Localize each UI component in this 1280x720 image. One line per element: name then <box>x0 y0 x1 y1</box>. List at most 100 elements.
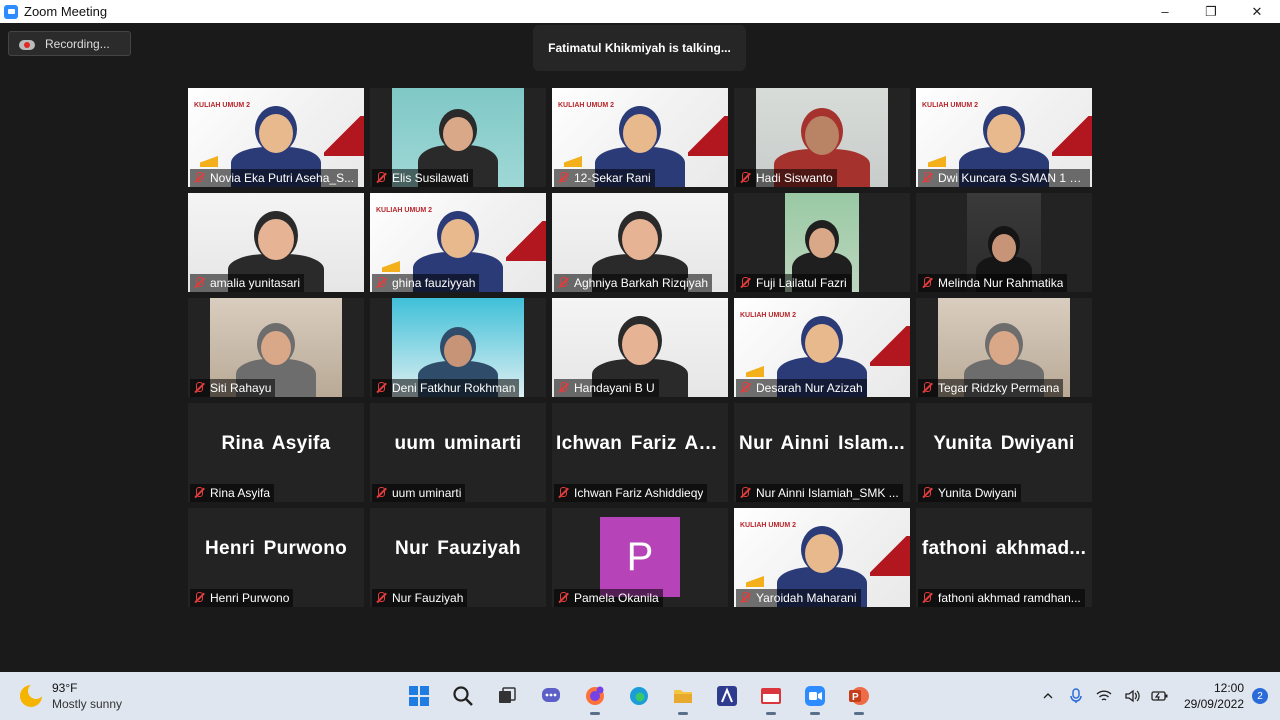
participant-tile[interactable]: Siti Rahayu <box>188 298 364 397</box>
powerpoint-icon: P <box>849 687 869 705</box>
participant-nametag: Deni Fatkhur Rokhman <box>372 379 520 397</box>
spss-icon <box>761 688 781 704</box>
microphone-tray-button[interactable] <box>1065 685 1087 707</box>
slide-graphic <box>564 155 582 167</box>
muted-microphone-icon <box>739 277 751 289</box>
participant-display-name: Ichwan Fariz As... <box>556 433 724 454</box>
participant-tile[interactable]: Henri Purwono Henri Purwono <box>188 508 364 607</box>
participant-name: Ichwan Fariz Ashiddieqy <box>574 486 704 500</box>
search-icon <box>453 686 473 706</box>
participant-tile[interactable]: KULIAH UMUM 2 ghina fauziyyah <box>370 193 546 292</box>
participant-name: fathoni akhmad ramdhan... <box>938 591 1081 605</box>
powerpoint-button[interactable]: P <box>843 676 875 716</box>
participant-tile[interactable]: P Pamela Okanila <box>552 508 728 607</box>
windows-icon <box>409 686 429 706</box>
participant-nametag: fathoni akhmad ramdhan... <box>918 589 1085 607</box>
weather-widget[interactable]: 93°F Mostly sunny <box>20 680 122 712</box>
chat-icon <box>542 688 560 702</box>
participant-tile[interactable]: fathoni akhmad... fathoni akhmad ramdhan.… <box>916 508 1092 607</box>
participant-name: Deni Fatkhur Rokhman <box>392 381 516 395</box>
start-button[interactable] <box>403 676 435 716</box>
participant-nametag: Pamela Okanila <box>554 589 663 607</box>
participant-tile[interactable]: KULIAH UMUM 2 Desarah Nur Azizah <box>734 298 910 397</box>
app-a-button[interactable] <box>711 676 743 716</box>
avatar: P <box>600 517 680 597</box>
participant-tile[interactable]: Handayani B U <box>552 298 728 397</box>
participant-tile[interactable]: Nur Ainni Islam... Nur Ainni Islamiah_SMK… <box>734 403 910 502</box>
maximize-button[interactable]: ❐ <box>1188 0 1234 23</box>
participant-name: Handayani B U <box>574 381 655 395</box>
muted-microphone-icon <box>921 487 933 499</box>
participant-name: Desarah Nur Azizah <box>756 381 863 395</box>
taskbar-clock[interactable]: 12:00 29/09/2022 <box>1184 680 1244 712</box>
participant-tile[interactable]: Tegar Ridzky Permana <box>916 298 1092 397</box>
wifi-icon <box>1096 690 1112 701</box>
participant-nametag: Hadi Siswanto <box>736 169 837 187</box>
minimize-button[interactable]: – <box>1142 0 1188 23</box>
participant-tile[interactable]: KULIAH UMUM 2 12-Sekar Rani <box>552 88 728 187</box>
spss-button[interactable] <box>755 676 787 716</box>
clock-date: 29/09/2022 <box>1183 697 1244 711</box>
participant-nametag: Desarah Nur Azizah <box>736 379 867 397</box>
participant-tile[interactable]: Ichwan Fariz As... Ichwan Fariz Ashiddieq… <box>552 403 728 502</box>
participant-tile[interactable]: uum uminarti uum uminarti <box>370 403 546 502</box>
taskbar-apps: P <box>403 676 875 716</box>
participant-tile[interactable]: Rina Asyifa Rina Asyifa <box>188 403 364 502</box>
participant-name: Melinda Nur Rahmatika <box>938 276 1064 290</box>
slide-graphic <box>200 155 218 167</box>
participant-name: Fuji Lailatul Fazri <box>756 276 847 290</box>
meeting-area: Recording... Fatimatul Khikmiyah is talk… <box>0 23 1280 672</box>
taskbar: 93°F Mostly sunny P 12:00 29/09/2022 2 <box>0 672 1280 720</box>
muted-microphone-icon <box>557 277 569 289</box>
notification-badge[interactable]: 2 <box>1252 688 1268 704</box>
task-view-button[interactable] <box>491 676 523 716</box>
participant-display-name: Yunita Dwiyani <box>933 433 1075 454</box>
edge-button[interactable] <box>623 676 655 716</box>
participant-nametag: Nur Ainni Islamiah_SMK ... <box>736 484 903 502</box>
participant-tile[interactable]: amalia yunitasari <box>188 193 364 292</box>
battery-tray-button[interactable] <box>1149 685 1171 707</box>
participant-display-name: uum uminarti <box>394 433 522 454</box>
recording-indicator[interactable]: Recording... <box>8 31 131 56</box>
wifi-tray-button[interactable] <box>1093 685 1115 707</box>
participant-tile[interactable]: Yunita Dwiyani Yunita Dwiyani <box>916 403 1092 502</box>
zoom-taskbar-button[interactable] <box>799 676 831 716</box>
file-explorer-button[interactable] <box>667 676 699 716</box>
participant-tile[interactable]: KULIAH UMUM 2 Yaroidah Maharani <box>734 508 910 607</box>
muted-microphone-icon <box>193 172 205 184</box>
participant-nametag: Handayani B U <box>554 379 659 397</box>
muted-microphone-icon <box>557 592 569 604</box>
participant-tile[interactable]: Melinda Nur Rahmatika <box>916 193 1092 292</box>
participant-tile[interactable]: Elis Susilawati <box>370 88 546 187</box>
participant-nametag: Elis Susilawati <box>372 169 473 187</box>
microphone-icon <box>1070 688 1082 703</box>
participant-tile[interactable]: Deni Fatkhur Rokhman <box>370 298 546 397</box>
muted-microphone-icon <box>739 382 751 394</box>
chat-button[interactable] <box>535 676 567 716</box>
search-button[interactable] <box>447 676 479 716</box>
window-title: Zoom Meeting <box>24 4 108 19</box>
volume-tray-button[interactable] <box>1121 685 1143 707</box>
participant-nametag: Henri Purwono <box>190 589 294 607</box>
participant-tile[interactable]: Nur Fauziyah Nur Fauziyah <box>370 508 546 607</box>
participant-nametag: Fuji Lailatul Fazri <box>736 274 851 292</box>
participant-name: Elis Susilawati <box>392 171 469 185</box>
participant-tile[interactable]: KULIAH UMUM 2 Dwi Kuncara S-SMAN 1 K... <box>916 88 1092 187</box>
participant-tile[interactable]: Fuji Lailatul Fazri <box>734 193 910 292</box>
muted-microphone-icon <box>193 487 205 499</box>
battery-charging-icon <box>1151 691 1168 701</box>
close-button[interactable]: ✕ <box>1234 0 1280 23</box>
app-a-icon <box>717 686 737 706</box>
participant-tile[interactable]: Hadi Siswanto <box>734 88 910 187</box>
participant-nametag: Tegar Ridzky Permana <box>918 379 1064 397</box>
participant-nametag: Yunita Dwiyani <box>918 484 1021 502</box>
participant-display-name: fathoni akhmad... <box>921 538 1087 559</box>
slide-graphic <box>870 326 910 366</box>
participant-tile[interactable]: KULIAH UMUM 2 Novia Eka Putri Aseha_S... <box>188 88 364 187</box>
muted-microphone-icon <box>375 487 387 499</box>
firefox-button[interactable] <box>579 676 611 716</box>
slide-graphic <box>382 260 400 272</box>
show-hidden-icons-button[interactable] <box>1037 685 1059 707</box>
muted-microphone-icon <box>921 592 933 604</box>
participant-tile[interactable]: Aghniya Barkah Rizqiyah <box>552 193 728 292</box>
